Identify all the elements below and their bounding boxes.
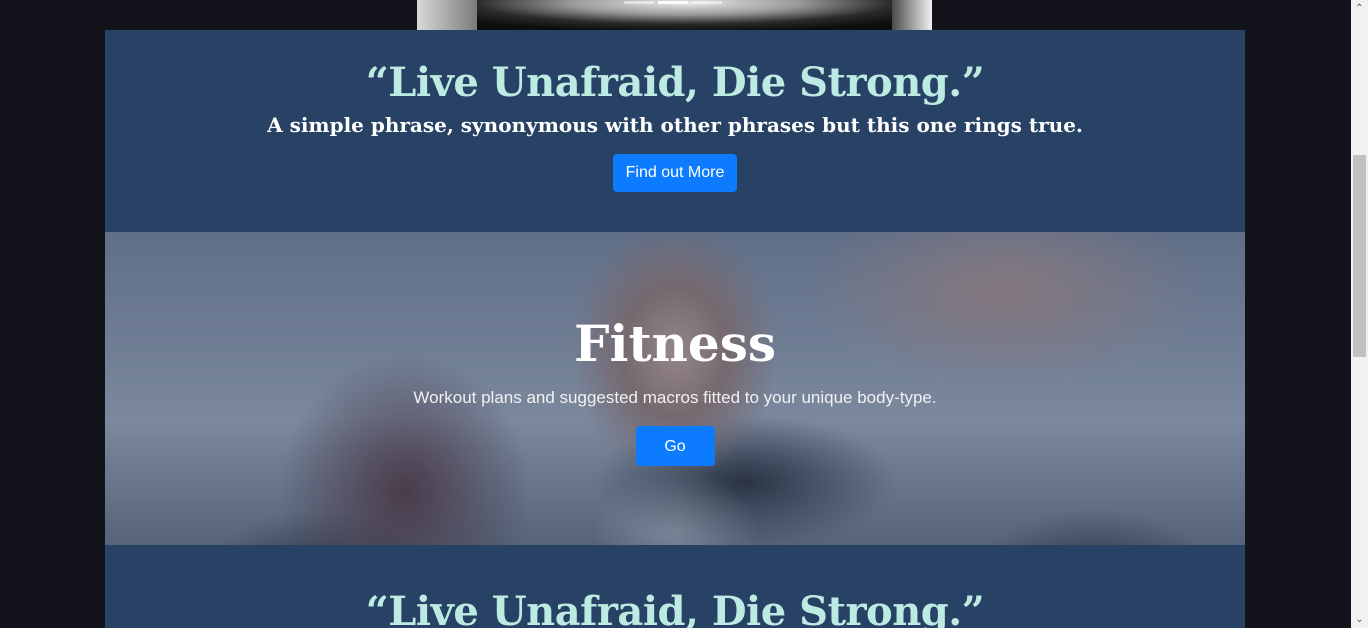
- fitness-content: Fitness Workout plans and suggested macr…: [105, 232, 1245, 466]
- find-out-more-button[interactable]: Find out More: [612, 154, 738, 192]
- hero-quote-section: “Live Unafraid, Die Strong.” A simple ph…: [105, 30, 1245, 232]
- go-button[interactable]: Go: [635, 426, 715, 466]
- scroll-up-icon[interactable]: ⌃: [1351, 0, 1368, 17]
- second-quote-title: “Live Unafraid, Die Strong.”: [365, 588, 985, 628]
- second-quote-section: “Live Unafraid, Die Strong.”: [105, 545, 1245, 628]
- carousel-indicator-active[interactable]: [658, 1, 688, 4]
- page: “Live Unafraid, Die Strong.” A simple ph…: [0, 0, 1368, 628]
- fitness-description: Workout plans and suggested macros fitte…: [413, 388, 937, 407]
- fitness-title: Fitness: [573, 314, 777, 373]
- scrollbar-thumb[interactable]: [1353, 155, 1366, 357]
- hero-quote-subtitle: A simple phrase, synonymous with other p…: [267, 113, 1083, 137]
- carousel-image: [417, 0, 932, 30]
- carousel-indicator[interactable]: [692, 1, 722, 4]
- vertical-scrollbar[interactable]: ⌃ ⌄: [1351, 0, 1368, 628]
- carousel-indicator[interactable]: [624, 1, 654, 4]
- scroll-down-icon[interactable]: ⌄: [1351, 611, 1368, 628]
- hero-quote-title: “Live Unafraid, Die Strong.”: [365, 59, 985, 106]
- carousel-indicators: [624, 1, 722, 4]
- fitness-section: Fitness Workout plans and suggested macr…: [105, 232, 1245, 545]
